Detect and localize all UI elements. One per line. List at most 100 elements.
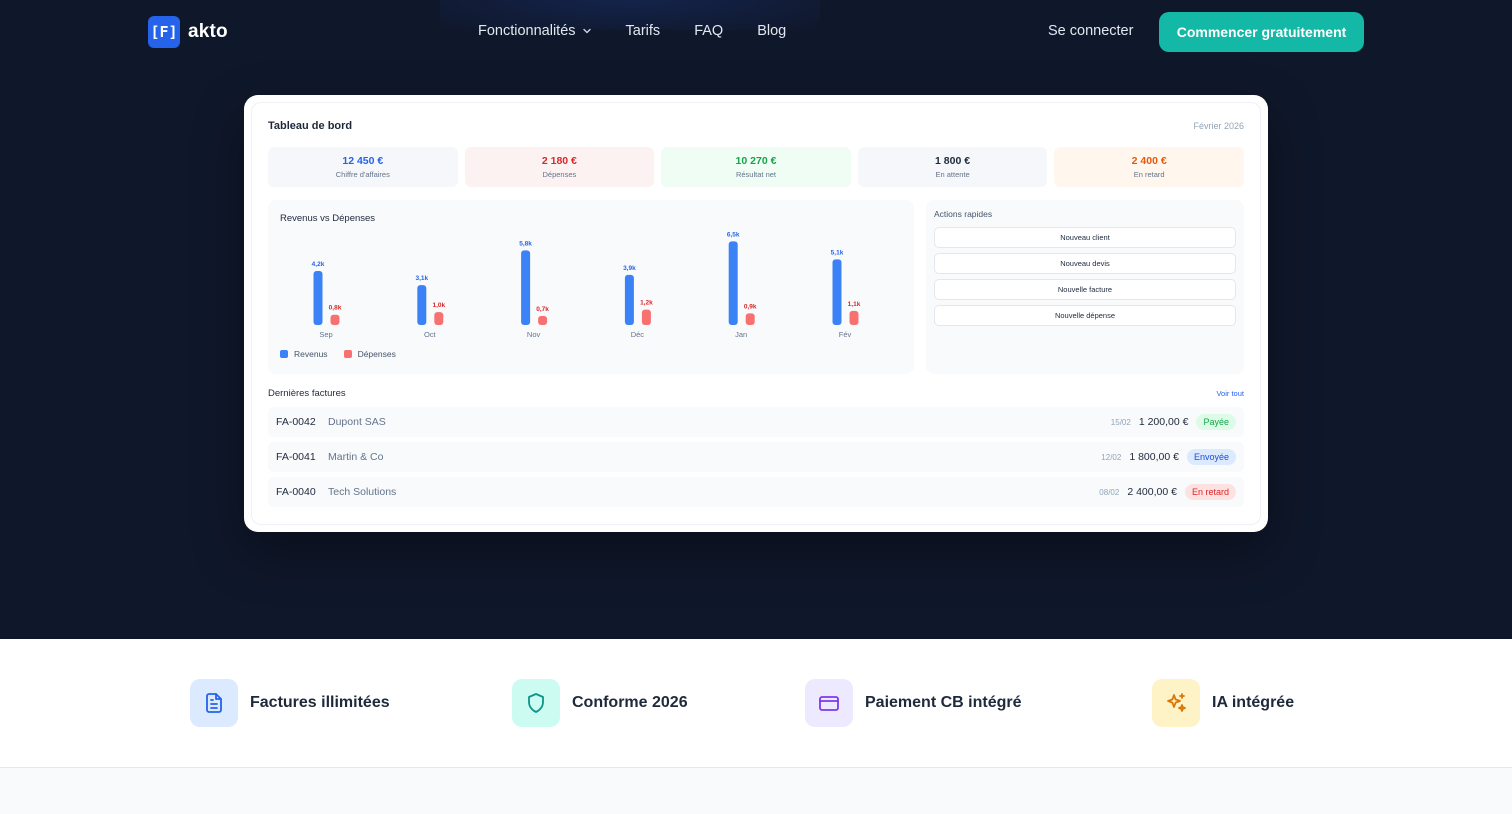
- login-link[interactable]: Se connecter: [1048, 23, 1133, 39]
- invoice-number: FA-0042: [276, 416, 316, 428]
- invoice-date: 15/02: [1110, 417, 1131, 427]
- nav-link-label: FAQ: [694, 23, 724, 39]
- document-icon: [190, 679, 238, 727]
- quick-actions-title: Actions rapides: [934, 209, 993, 219]
- kpi-card-overdue: 2 400 € En retard: [1054, 147, 1244, 187]
- bar-value-label: 3,9k: [623, 265, 636, 272]
- kpi-label: Chiffre d'affaires: [335, 170, 390, 179]
- see-all-link[interactable]: Voir tout: [1216, 389, 1244, 398]
- kpi-card-expenses: 2 180 € Dépenses: [464, 147, 655, 187]
- feature-card-payment: Paiement CB intégré: [805, 679, 1021, 727]
- logo[interactable]: [F] akto: [148, 16, 228, 48]
- kpi-value: 10 270 €: [735, 155, 777, 167]
- nav-link-label: Tarifs: [625, 23, 661, 39]
- invoice-amount: 2 400,00 €: [1127, 486, 1177, 498]
- invoice-date: 08/02: [1099, 487, 1120, 497]
- credit-card-icon: [805, 679, 853, 727]
- x-tick-label: Sep: [319, 330, 332, 339]
- chart-title: Revenus vs Dépenses: [280, 213, 376, 224]
- invoice-number: FA-0040: [276, 486, 316, 498]
- features-strip: Factures illimitées Conforme 2026 Paieme…: [0, 639, 1512, 768]
- new-invoice-button[interactable]: Nouvelle facture: [934, 279, 1236, 300]
- status-badge: Envoyée: [1186, 449, 1236, 465]
- bar-value-label: 0,7k: [536, 306, 549, 313]
- new-client-button[interactable]: Nouveau client: [934, 227, 1236, 248]
- dashboard-date: Février 2026: [1193, 121, 1244, 131]
- dashboard-preview: Tableau de bord Février 2026 12 450 € Ch…: [244, 95, 1268, 532]
- nav-link-blog[interactable]: Blog: [757, 23, 786, 39]
- bar-value-label: 3,1k: [415, 275, 428, 282]
- new-expense-button[interactable]: Nouvelle dépense: [934, 305, 1236, 326]
- invoice-client: Tech Solutions: [328, 486, 397, 498]
- invoice-meta: 08/02 2 400,00 € En retard: [1099, 483, 1236, 501]
- nav-link-features[interactable]: Fonctionnalités: [478, 23, 592, 39]
- bar-revenue: [832, 259, 842, 325]
- logo-mark: [F]: [148, 16, 180, 48]
- nav-link-label: Blog: [757, 23, 787, 39]
- invoice-number: FA-0041: [276, 451, 316, 463]
- status-badge: En retard: [1184, 484, 1236, 500]
- new-quote-button[interactable]: Nouveau devis: [934, 253, 1236, 274]
- nav-link-faq[interactable]: FAQ: [694, 23, 723, 39]
- legend-swatch: [343, 350, 352, 358]
- x-tick-label: Nov: [527, 330, 541, 339]
- x-tick-label: Déc: [631, 330, 645, 339]
- invoice-row[interactable]: FA-0041 Martin & Co 12/02 1 800,00 € Env…: [268, 442, 1244, 472]
- kpi-card-pending: 1 800 € En attente: [857, 147, 1048, 187]
- legend-swatch: [280, 350, 288, 358]
- bar-revenue: [313, 271, 323, 325]
- nav-link-pricing[interactable]: Tarifs: [626, 23, 661, 39]
- top-nav: [F] akto Fonctionnalités Tarifs FAQ Blog…: [0, 0, 1512, 64]
- legend-label: Dépenses: [357, 349, 396, 359]
- kpi-label: En retard: [1133, 170, 1165, 179]
- kpi-value: 12 450 €: [342, 155, 384, 167]
- kpi-row: 12 450 € Chiffre d'affaires 2 180 € Dépe…: [268, 147, 1244, 187]
- chart-legend: Revenus Dépenses: [280, 349, 396, 359]
- kpi-card-net-result: 10 270 € Résultat net: [661, 147, 851, 187]
- dashboard-title: Tableau de bord: [268, 120, 353, 132]
- invoice-amount: 1 800,00 €: [1129, 451, 1179, 463]
- bar-expense: [434, 312, 444, 325]
- invoice-date: 12/02: [1101, 452, 1122, 462]
- kpi-label: En attente: [935, 170, 970, 179]
- nav-link-label: Fonctionnalités: [478, 23, 576, 39]
- bar-chart: 4,2k 0,8k Sep 3,1k 1,0k Oct 5,8k 0,7k Nov 3,9k 1,2…: [312, 231, 861, 339]
- x-tick-label: Fév: [839, 330, 852, 339]
- feature-label: Conforme 2026: [572, 694, 688, 711]
- invoice-row[interactable]: FA-0040 Tech Solutions 08/02 2 400,00 € …: [268, 477, 1244, 507]
- bar-expense: [330, 314, 340, 325]
- invoice-meta: 12/02 1 800,00 € Envoyée: [1101, 448, 1236, 466]
- bar-value-label: 4,2k: [312, 261, 325, 268]
- status-badge: Payée: [1196, 414, 1236, 430]
- bar-value-label: 6,5k: [727, 231, 740, 238]
- kpi-value: 2 180 €: [541, 155, 577, 167]
- bar-revenue: [728, 241, 738, 325]
- bar-value-label: 5,1k: [831, 249, 844, 256]
- invoice-row[interactable]: FA-0042 Dupont SAS 15/02 1 200,00 € Payé…: [268, 407, 1244, 437]
- bar-revenue: [417, 285, 427, 325]
- chevron-down-icon: [582, 28, 591, 34]
- recent-invoices-title: Dernières factures: [268, 388, 346, 399]
- shield-icon: [512, 679, 560, 727]
- bar-expense: [641, 309, 651, 325]
- signup-cta-button[interactable]: Commencer gratuitement: [1159, 12, 1364, 52]
- sparkles-icon: [1152, 679, 1200, 727]
- bar-expense: [538, 316, 548, 325]
- revenue-expense-chart-card: 4,2k 0,8k Sep 3,1k 1,0k Oct 5,8k 0,7k Nov 3,9k 1,2…: [268, 200, 914, 374]
- quick-actions-card: Actions rapides Nouveau client Nouveau d…: [926, 200, 1244, 374]
- nav-links: Fonctionnalités Tarifs FAQ Blog: [478, 23, 786, 39]
- invoice-client: Dupont SAS: [328, 416, 386, 428]
- invoice-client: Martin & Co: [328, 451, 384, 463]
- legend-label: Revenus: [294, 349, 328, 359]
- hero-section: [F] akto Fonctionnalités Tarifs FAQ Blog…: [0, 0, 1512, 639]
- feature-label: Factures illimitées: [250, 694, 390, 711]
- bar-value-label: 1,0k: [432, 302, 445, 309]
- bar-expense: [745, 313, 755, 325]
- invoice-meta: 15/02 1 200,00 € Payée: [1111, 413, 1236, 431]
- bar-value-label: 0,9k: [744, 303, 757, 310]
- logo-text: akto: [188, 21, 228, 42]
- kpi-value: 1 800 €: [935, 155, 971, 167]
- bar-expense: [849, 310, 859, 325]
- kpi-label: Dépenses: [542, 170, 577, 179]
- kpi-value: 2 400 €: [1131, 155, 1167, 167]
